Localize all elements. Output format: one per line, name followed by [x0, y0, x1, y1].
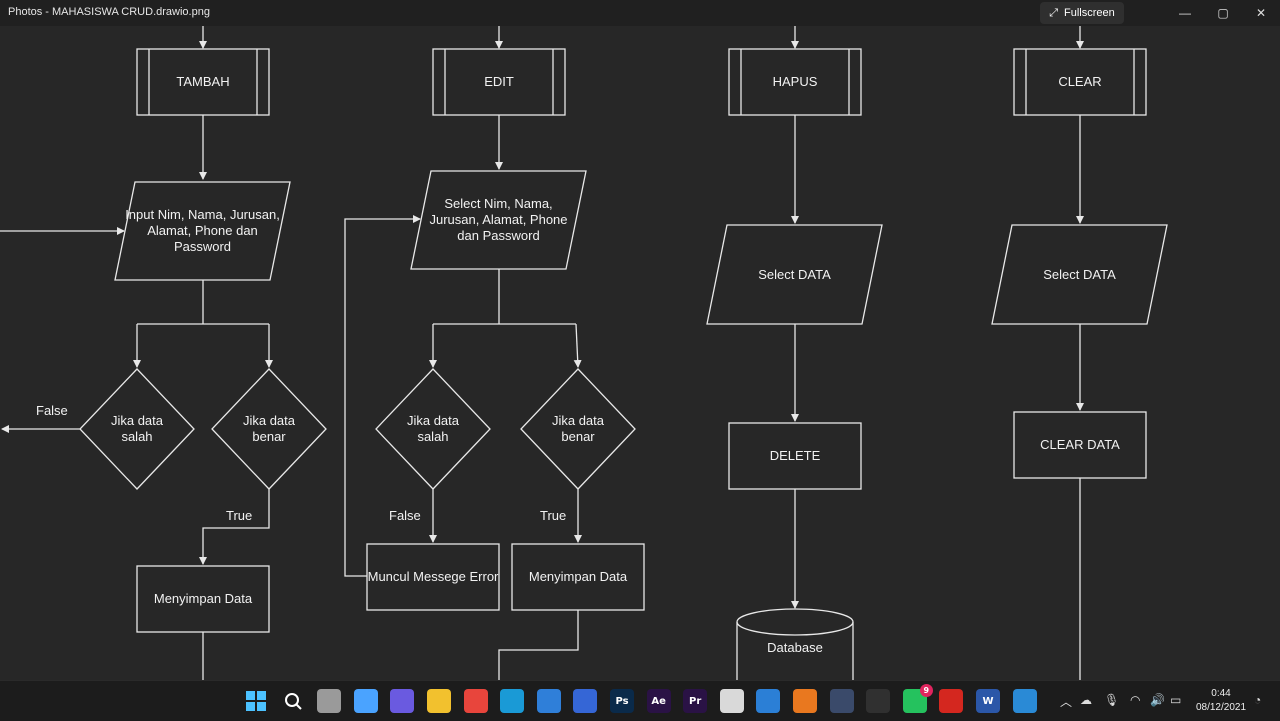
close-button[interactable]: ✕ [1242, 0, 1280, 26]
word-icon[interactable]: W [976, 689, 1000, 713]
select-label-4: Select DATA [1043, 266, 1116, 282]
photoshop-icon[interactable]: Ps [610, 689, 634, 713]
save-label-2: Menyimpan Data [528, 569, 628, 584]
delete-label: DELETE [769, 448, 821, 463]
search-icon[interactable] [281, 689, 305, 713]
clear-label: CLEAR [1058, 74, 1102, 89]
acrobat-icon[interactable] [939, 689, 964, 713]
window-title: Photos - MAHASISWA CRUD.drawio.png [8, 6, 210, 18]
false-label-1: False [36, 403, 68, 418]
chat-icon[interactable] [390, 689, 415, 713]
tambah-label: TAMBAH [176, 74, 230, 89]
hapus-label: HAPUS [772, 74, 818, 89]
volume-icon[interactable]: 🔊 [1150, 693, 1165, 707]
select-label-2: Select Nim, Nama, Jurusan, Alamat, Phone… [429, 196, 568, 243]
image-canvas[interactable]: TAMBAH Input Nim, Nama, Jurusan, Alamat,… [0, 26, 1280, 680]
network-app-icon[interactable] [829, 689, 854, 713]
minimize-button[interactable]: — [1166, 0, 1204, 26]
true-label-2: True [540, 508, 567, 523]
clear-data-label: CLEAR DATA [1040, 437, 1120, 452]
photos-icon[interactable] [1012, 689, 1037, 713]
save-label-1: Menyimpan Data [153, 591, 253, 606]
premiere-icon[interactable]: Pr [683, 689, 708, 713]
obs-icon[interactable] [866, 689, 891, 713]
clock[interactable]: 0:44 08/12/2021 [1192, 687, 1250, 715]
whatsapp-badge: 9 [919, 684, 933, 697]
after-effects-icon[interactable]: Ae [646, 689, 671, 713]
file-explorer-icon[interactable] [427, 689, 451, 713]
title-bar: Photos - MAHASISWA CRUD.drawio.png ⤢ Ful… [0, 0, 1280, 26]
xampp-icon[interactable] [793, 689, 817, 713]
fullscreen-button[interactable]: ⤢ Fullscreen [1040, 2, 1124, 24]
decision-benar-label-2: Jika data benar [551, 413, 605, 444]
battery-icon[interactable]: ▭ [1170, 693, 1181, 707]
input-label-1: Input Nim, Nama, Jurusan, Alamat, Phone … [125, 207, 280, 254]
notification-icon[interactable]: ◔ [1254, 693, 1261, 707]
vscode-icon[interactable] [756, 689, 781, 713]
fullscreen-label: Fullscreen [1064, 7, 1115, 19]
whatsapp-icon[interactable]: 9 [902, 684, 933, 713]
wifi-icon[interactable]: ◠ [1130, 693, 1140, 707]
cloud-icon[interactable]: ☁ [1080, 693, 1092, 707]
edge-icon[interactable] [500, 689, 525, 713]
tool-icon[interactable] [573, 689, 598, 713]
select-label-3: Select DATA [758, 266, 831, 282]
chevron-up-icon[interactable]: ︿ [1060, 693, 1072, 710]
decision-salah-label-2: Jika data salah [406, 413, 460, 444]
decision-salah-label-1: Jika data salah [110, 413, 164, 444]
maximize-button[interactable]: ▢ [1204, 0, 1242, 26]
error-label: Muncul Messege Error [367, 569, 499, 584]
mail-icon[interactable] [536, 689, 561, 713]
expand-icon: ⤢ [1049, 6, 1059, 19]
database-label: Database [767, 640, 823, 655]
microphone-icon[interactable]: 🎙 [1104, 693, 1119, 707]
false-label-2: False [389, 508, 421, 523]
task-view-icon[interactable] [317, 689, 342, 713]
app-hex-icon[interactable] [719, 689, 744, 713]
clock-time: 0:44 [1211, 688, 1231, 699]
start-icon[interactable] [244, 689, 268, 713]
decision-benar-label-1: Jika data benar [242, 413, 296, 444]
taskbar: Ps Ae Pr 9 W ︿ ☁ 🎙 ◠ 🔊 ▭ 0:44 08/12/2021 ◔ [0, 680, 1280, 721]
widgets-icon[interactable] [353, 689, 378, 713]
true-label-1: True [226, 508, 253, 523]
chrome-icon[interactable] [463, 689, 488, 713]
clock-date: 08/12/2021 [1195, 702, 1247, 713]
edit-label: EDIT [484, 74, 514, 89]
